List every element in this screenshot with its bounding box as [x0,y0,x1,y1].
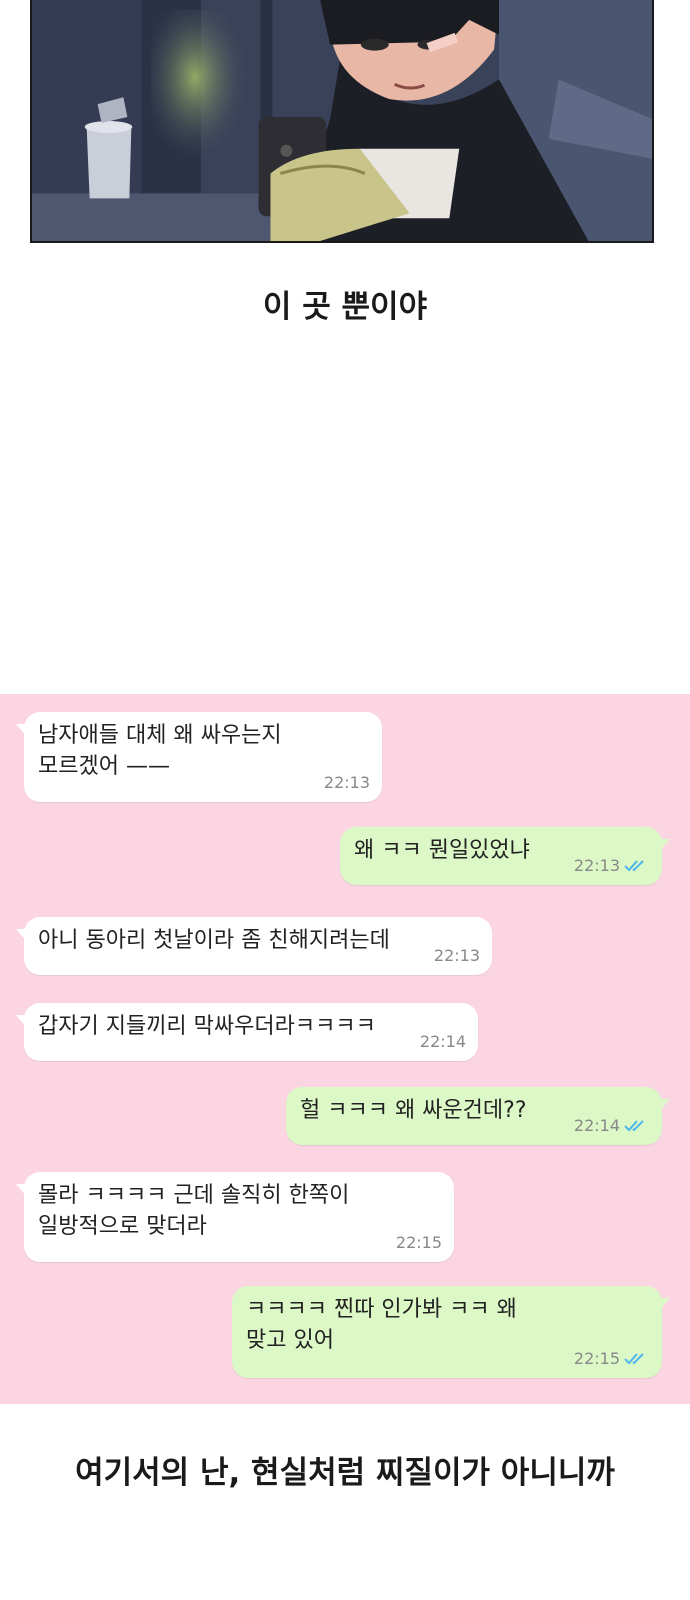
message-text: 갑자기 지들끼리 막싸우더라ㅋㅋㅋㅋ [38,1014,376,1039]
message-time: 22:13 [433,946,480,965]
comic-panel [30,0,654,243]
message-meta: 22:14 [574,1110,650,1141]
message-text: 남자애들 대체 왜 싸우는지 모르겠어 —— [38,723,282,779]
comic-panel-illustration-icon [32,0,652,241]
read-receipt-icon [624,859,644,871]
message-bubble-incoming: 남자애들 대체 왜 싸우는지 모르겠어 —— 22:13 [16,712,382,802]
caption-bottom: 여기서의 난, 현실처럼 찌질이가 아니니까 [75,1455,615,1491]
message-meta: 22:14 [420,1026,466,1057]
message-bubble-outgoing: ㅋㅋㅋㅋ 찐따 인가봐 ㅋㅋ 왜 맞고 있어 22:15 [232,1286,670,1378]
message-time: 22:14 [573,1116,620,1135]
read-receipt-icon [624,1352,644,1364]
chat-screenshot: 남자애들 대체 왜 싸우는지 모르겠어 —— 22:13 왜 ㅋㅋ 뭔일있었냐 … [0,694,690,1404]
message-meta: 22:13 [324,767,370,798]
message-time: 22:13 [323,773,370,792]
message-bubble-incoming: 갑자기 지들끼리 막싸우더라ㅋㅋㅋㅋ 22:14 [16,1003,478,1061]
message-time: 22:15 [573,1349,620,1368]
message-bubble-incoming: 몰라 ㅋㅋㅋㅋ 근데 솔직히 한쪽이 일방적으로 맞더라 22:15 [16,1172,454,1262]
message-time: 22:14 [419,1032,466,1051]
message-bubble-outgoing: 왜 ㅋㅋ 뭔일있었냐 22:13 [340,827,670,885]
message-bubble-outgoing: 헐 ㅋㅋㅋ 왜 싸운건데?? 22:14 [286,1087,670,1145]
message-meta: 22:13 [434,940,480,971]
message-text: 아니 동아리 첫날이라 좀 친해지려는데 [38,928,390,953]
message-meta: 22:15 [574,1343,650,1374]
message-bubble-incoming: 아니 동아리 첫날이라 좀 친해지려는데 22:13 [16,917,492,975]
message-meta: 22:15 [396,1227,442,1258]
message-time: 22:15 [395,1233,442,1252]
caption-top: 이 곳 뿐이야 [262,289,428,325]
read-receipt-icon [624,1119,644,1131]
message-meta: 22:13 [574,850,650,881]
message-text: 몰라 ㅋㅋㅋㅋ 근데 솔직히 한쪽이 일방적으로 맞더라 [38,1183,350,1239]
message-time: 22:13 [573,856,620,875]
